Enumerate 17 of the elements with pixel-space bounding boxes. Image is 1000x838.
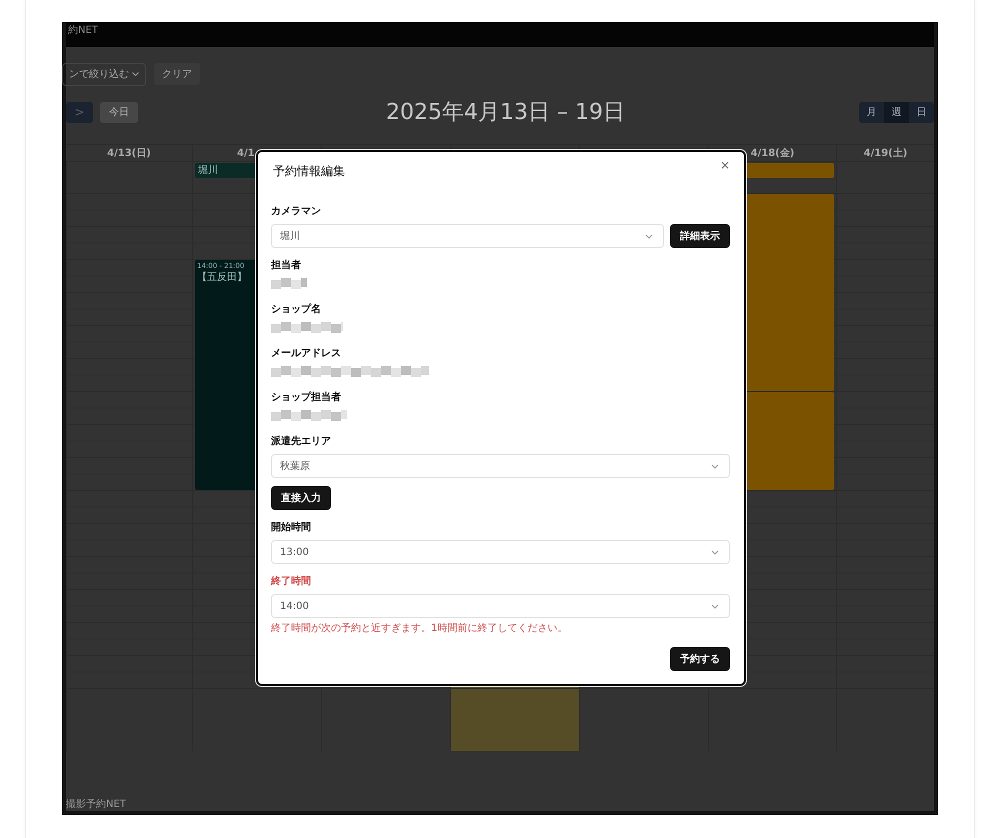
day-header: 4/13(日) (107, 147, 151, 160)
field-label: ショップ担当者 (271, 390, 341, 404)
field-label: 開始時間 (271, 520, 311, 534)
field-label: 派遣先エリア (271, 434, 331, 448)
brand-name: 約NET (68, 24, 98, 37)
day-header: 4/18(金) (750, 146, 794, 160)
dialog-title: 予約情報編集 (273, 163, 345, 180)
day-header: 4/19(土) (864, 146, 908, 160)
field-label: 担当者 (271, 258, 301, 272)
error-message: 終了時間が次の予約と近すぎます。1時間前に終了してください。 (271, 622, 568, 635)
field-label: メールアドレス (271, 347, 341, 360)
footer-text: 撮影予約NET (66, 799, 126, 810)
field-label: 終了時間 (271, 574, 311, 588)
day-header: 4/1 (237, 148, 255, 158)
field-label: ショップ名 (271, 302, 321, 316)
calendar-title: 2025年4月13日 – 19日 (386, 99, 625, 127)
field-label: カメラマン (271, 205, 321, 218)
